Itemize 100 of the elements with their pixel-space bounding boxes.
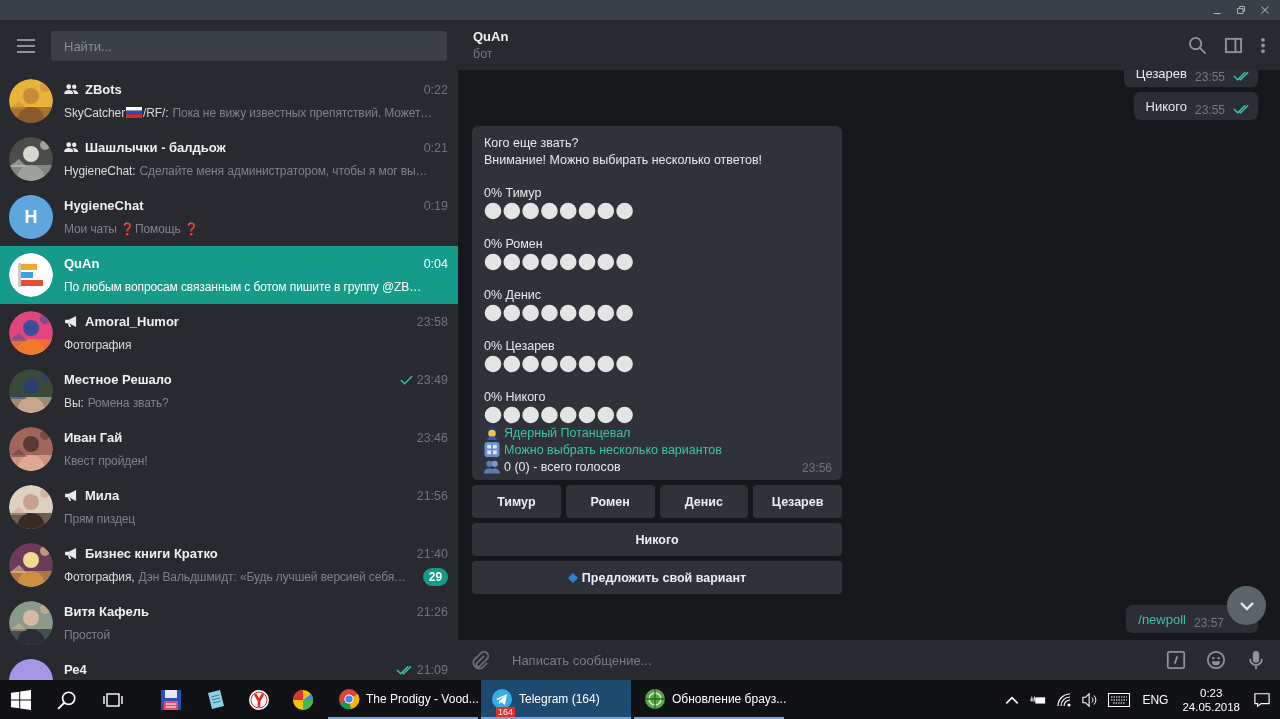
chat-item[interactable]: Amoral_Humor 23:58 Фотография	[0, 304, 458, 362]
megaphone-icon	[64, 548, 79, 559]
poll-option: 0% Никого	[484, 389, 830, 406]
sender-name: Фотография,	[64, 569, 135, 584]
ball-icon	[292, 688, 314, 711]
message-preview: Дэн Вальдшмидт: «Будь лучшей версией себя…	[138, 569, 406, 584]
app-title: Обновление брауз...	[672, 691, 787, 706]
chat-name: ZBots	[85, 82, 122, 97]
chat-name: Бизнес книги Кратко	[85, 546, 218, 561]
windows-logo-icon[interactable]	[11, 689, 31, 710]
poll-link[interactable]: Ядерный Потанцевал	[504, 425, 631, 440]
chat-item[interactable]: H HygieneChat 0:19 Мои чаты ❓Помощь ❓	[0, 188, 458, 246]
poll-option: 0% Ромен	[484, 236, 830, 253]
menu-icon[interactable]	[17, 39, 35, 53]
message-preview: Сделайте меня администратором, чтобы я мог вы…	[139, 163, 428, 178]
chat-item[interactable]: Местное Решало 23:49 Вы: Ромена звать?	[0, 362, 458, 420]
message-preview: Прям пиздец	[64, 511, 136, 526]
group-icon	[64, 84, 79, 95]
message-time: 23:55	[1194, 103, 1225, 117]
chat-subtitle: бот	[473, 47, 494, 61]
keyboard-button[interactable]: Цезарев	[753, 485, 842, 518]
badge: 164	[496, 706, 516, 717]
keyboard-button[interactable]: Тимур	[472, 485, 561, 518]
chat-title: QuAn	[473, 29, 510, 44]
browser-logo-icon	[248, 688, 270, 711]
avatar: H	[9, 195, 53, 239]
scroll-down-button[interactable]	[1227, 586, 1266, 625]
sender-name: Вы:	[64, 395, 84, 410]
search-icon[interactable]	[57, 689, 77, 710]
telegram-icon	[491, 687, 513, 710]
chat-item[interactable]: Витя Кафель 21:26 Простой	[0, 594, 458, 652]
clock-time[interactable]: 0:23	[1200, 686, 1223, 699]
keyboard-button[interactable]: Предложить свой вариант	[472, 561, 842, 594]
group-icon	[64, 142, 79, 153]
search-field[interactable]: Найти...	[51, 31, 447, 61]
chat-time: 21:26	[416, 604, 448, 619]
chat-time: 0:21	[423, 140, 448, 155]
chat-item[interactable]: ZBots 0:22 SkyCatcher /RF/: Пока не вижу известных препятствий. Может…	[0, 72, 458, 130]
emoji-icon[interactable]	[1206, 650, 1226, 670]
diamond-icon	[567, 572, 578, 583]
chat-name: QuAn	[64, 256, 100, 271]
chat-time: 21:40	[416, 546, 448, 561]
sidebar-toggle-icon[interactable]	[1224, 35, 1243, 55]
chat-name: Amoral_Humor	[85, 314, 179, 329]
message-preview: Ромена звать?	[87, 395, 169, 410]
chat-name: Местное Решало	[64, 372, 172, 387]
chat-item[interactable]: Иван Гай 23:46 Квест пройден!	[0, 420, 458, 478]
wifi-icon[interactable]	[1056, 691, 1073, 708]
message-preview: Простой	[64, 627, 110, 642]
restore-icon[interactable]	[1234, 3, 1248, 17]
sender-name: Фотография	[64, 337, 132, 352]
speaker-icon[interactable]	[1082, 691, 1099, 708]
taskbar-app[interactable]: The Prodigy - Vood...	[328, 680, 478, 719]
sender-name: SkyCatcher	[64, 105, 126, 120]
chat-time: 0:04	[423, 256, 448, 271]
unread-count: 29	[422, 567, 448, 586]
chat-item[interactable]: Шашлычки - балдьож 0:21 HygieneChat: Сделайте меня администратором, чтобы я мог вы…	[0, 130, 458, 188]
chat-name: Иван Гай	[64, 430, 123, 445]
globe-icon	[644, 687, 666, 710]
chat-time: 23:46	[416, 430, 448, 445]
keyboard-button[interactable]: Денис	[659, 485, 749, 518]
microphone-icon[interactable]	[1246, 650, 1266, 670]
app-title: Telegram (164)	[519, 691, 600, 706]
chat-time: 23:49	[416, 372, 448, 387]
megaphone-icon	[64, 490, 79, 501]
chat-name: HygieneChat	[64, 198, 144, 213]
taskbar-app[interactable]: 164 Telegram (164)	[481, 680, 631, 719]
keyboard-button[interactable]: Никого	[472, 523, 842, 556]
message-text: Кого еще звать?	[484, 135, 580, 152]
language-indicator[interactable]: ENG	[1142, 692, 1169, 707]
attach-icon[interactable]	[470, 650, 490, 670]
chat-item[interactable]: Мила 21:56 Прям пиздец	[0, 478, 458, 536]
message-field[interactable]: Написать сообщение...	[458, 640, 1280, 680]
more-icon[interactable]	[1260, 35, 1266, 55]
poll-link[interactable]: Можно выбрать несколько вариантов	[504, 442, 722, 457]
commands-icon[interactable]	[1166, 650, 1186, 670]
message-preview: Мои чаты ❓Помощь ❓	[64, 221, 199, 236]
clock-date[interactable]: 24.05.2018	[1182, 700, 1240, 713]
message-time: 23:56	[801, 461, 832, 475]
chat-name: Мила	[85, 488, 120, 503]
message-time: 23:57	[1193, 616, 1224, 630]
keyboard-button[interactable]: Ромен	[565, 485, 655, 518]
message-input[interactable]: Написать сообщение...	[510, 651, 1146, 669]
notifications-icon[interactable]	[1254, 691, 1270, 708]
message-time: 23:55	[1194, 70, 1225, 84]
people-icon	[484, 459, 500, 474]
bar-chart-logo	[9, 253, 53, 297]
command-link[interactable]: /newpoll	[1138, 612, 1186, 627]
chrome-icon	[338, 687, 360, 710]
message-text: Никого	[1145, 99, 1187, 114]
chat-time: 0:22	[423, 82, 448, 97]
taskbar-app[interactable]: Обновление брауз...	[634, 680, 784, 719]
chat-item[interactable]: Бизнес книги Кратко 21:40 Фотография, Дэн Вальдшмидт: «Будь лучшей версией себя… 29	[0, 536, 458, 594]
poll-option: 0% Денис	[484, 287, 830, 304]
chat-time: 23:58	[416, 314, 448, 329]
officer-icon	[484, 425, 500, 440]
chat-name: Ре4	[64, 662, 87, 677]
megaphone-icon	[64, 316, 79, 327]
message-preview: По любым вопросам связанным с ботом пишите в группу @ZB…	[64, 279, 422, 294]
keyboard-icon[interactable]	[1108, 691, 1131, 708]
